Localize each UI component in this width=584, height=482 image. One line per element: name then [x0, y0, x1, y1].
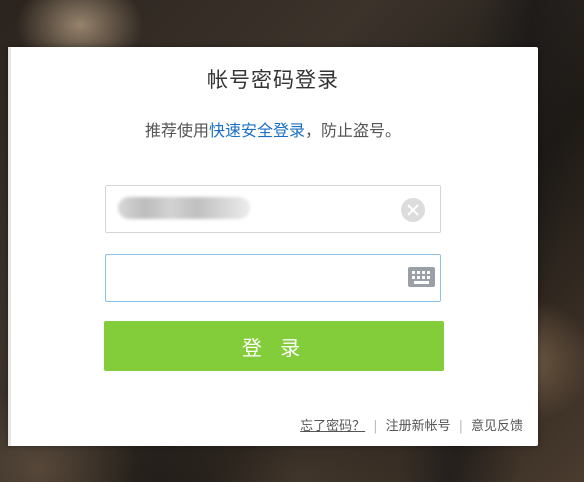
password-field[interactable]: [105, 254, 441, 302]
quick-login-link[interactable]: 快速安全登录: [209, 121, 305, 140]
dialog-footer: 忘了密码？ | 注册新帐号 | 意见反馈: [300, 415, 523, 434]
forgot-password-link[interactable]: 忘了密码？: [300, 419, 365, 434]
login-button[interactable]: 登 录: [104, 321, 444, 371]
subtitle-prefix: 推荐使用: [144, 121, 209, 140]
password-input[interactable]: [106, 255, 440, 301]
clear-icon[interactable]: [401, 198, 425, 222]
keyboard-icon[interactable]: [408, 267, 435, 287]
username-field[interactable]: [105, 185, 441, 233]
footer-separator: |: [458, 419, 463, 434]
subtitle-suffix: ，防止盗号。: [305, 121, 402, 140]
dialog-subtitle: 推荐使用快速安全登录，防止盗号。: [8, 117, 538, 141]
username-value-obscured: [118, 197, 250, 219]
dialog-title: 帐号密码登录: [207, 68, 339, 92]
feedback-link[interactable]: 意见反馈: [471, 419, 523, 434]
login-dialog: 帐号密码登录 推荐使用快速安全登录，防止盗号。 登 录 忘了密码？ | 注册新帐号 |…: [8, 47, 538, 446]
dialog-edge: [8, 47, 11, 446]
register-link[interactable]: 注册新帐号: [386, 419, 451, 434]
footer-separator: |: [373, 419, 378, 434]
